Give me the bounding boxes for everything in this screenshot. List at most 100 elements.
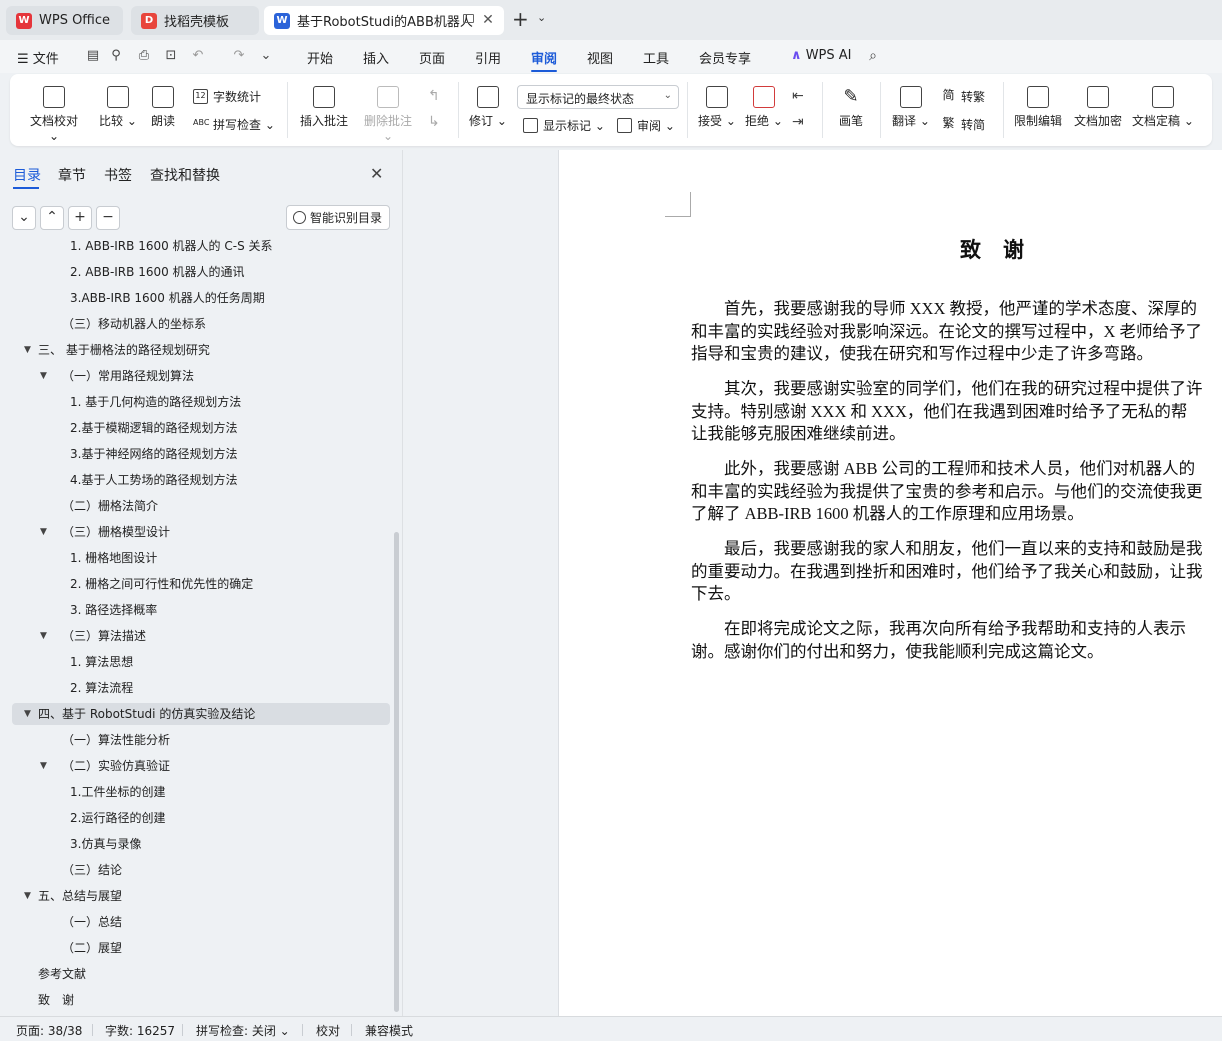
undo-icon[interactable]: ↶	[190, 48, 206, 64]
tab-docer-templates[interactable]: D 找稻壳模板	[131, 6, 259, 35]
menu-view[interactable]: 视图	[587, 48, 613, 67]
toc-item[interactable]: ▼ 五、总结与展望	[12, 885, 390, 907]
expand-arrow-icon[interactable]: ▼	[24, 885, 31, 907]
chevron-down-icon[interactable]: ⌄	[537, 11, 546, 24]
expand-arrow-icon[interactable]: ▼	[40, 365, 47, 387]
accept-button[interactable]: 接受 ⌄	[698, 86, 736, 129]
redo-icon[interactable]: ↷	[231, 48, 247, 64]
toc-item[interactable]: （一）总结	[12, 911, 390, 933]
menu-review[interactable]: 审阅	[531, 48, 557, 67]
spell-check-status[interactable]: 拼写检查: 关闭 ⌄	[196, 1022, 290, 1039]
tab-find-replace[interactable]: 查找和替换	[150, 165, 220, 185]
pen-button[interactable]: ✎ 画笔	[836, 86, 866, 129]
proofread-status[interactable]: 校对	[316, 1022, 340, 1039]
tab-wps-office[interactable]: W WPS Office	[6, 6, 123, 35]
toc-item[interactable]: 1. ABB-IRB 1600 机器人的 C-S 关系	[12, 237, 390, 257]
toc-item[interactable]: 2. 算法流程	[12, 677, 390, 699]
tab-toc[interactable]: 目录	[13, 165, 41, 185]
menu-member[interactable]: 会员专享	[699, 48, 751, 67]
expand-arrow-icon[interactable]: ▼	[40, 521, 47, 543]
toc-item[interactable]: 2. ABB-IRB 1600 机器人的通讯	[12, 261, 390, 283]
to-simplified-button[interactable]: 繁转简	[941, 116, 985, 133]
read-aloud-button[interactable]: 朗读	[150, 86, 176, 129]
finalize-button[interactable]: 文档定稿 ⌄	[1132, 86, 1194, 129]
next-comment-icon[interactable]: ↳	[428, 114, 440, 130]
toc-item[interactable]: 3.仿真与录像	[12, 833, 390, 855]
tab-current-document[interactable]: W 基于RobotStudi的ABB机器人 ✕	[264, 6, 504, 35]
insert-comment-button[interactable]: 插入批注	[298, 86, 350, 129]
next-change-icon[interactable]: ⇥	[792, 114, 804, 130]
reject-button[interactable]: 拒绝 ⌄	[745, 86, 783, 129]
expand-arrow-icon[interactable]: ▼	[24, 703, 31, 725]
save-icon[interactable]: ▤	[85, 48, 101, 64]
toc-item[interactable]: （一）算法性能分析	[12, 729, 390, 751]
menu-page[interactable]: 页面	[419, 48, 445, 67]
remove-heading-button[interactable]: −	[96, 206, 120, 230]
expand-up-button[interactable]: ⌃	[40, 206, 64, 230]
menu-reference[interactable]: 引用	[475, 48, 501, 67]
print-preview-icon[interactable]: ⊡	[163, 48, 179, 64]
toc-item[interactable]: （三）移动机器人的坐标系	[12, 313, 390, 335]
add-heading-button[interactable]: +	[68, 206, 92, 230]
toc-item[interactable]: ▼ 四、基于 RobotStudi 的仿真实验及结论	[12, 703, 390, 725]
toc-item[interactable]: 1. 算法思想	[12, 651, 390, 673]
expand-arrow-icon[interactable]: ▼	[24, 339, 31, 361]
compare-button[interactable]: 比较 ⌄	[98, 86, 138, 129]
smart-toc-button[interactable]: 智能识别目录	[286, 205, 390, 230]
tab-chapters[interactable]: 章节	[58, 165, 86, 185]
wps-ai-button[interactable]: ∧ WPS AI	[791, 48, 852, 63]
file-menu[interactable]: ☰ 文件	[17, 48, 59, 67]
new-tab-plus-icon[interactable]: +	[512, 9, 529, 29]
toc-item[interactable]: 1. 栅格地图设计	[12, 547, 390, 569]
collapse-all-button[interactable]: ⌄	[12, 206, 36, 230]
restrict-edit-button[interactable]: 限制编辑	[1013, 86, 1063, 129]
tab-bookmarks[interactable]: 书签	[104, 165, 132, 185]
translate-button[interactable]: 翻译 ⌄	[892, 86, 930, 129]
word-count-indicator[interactable]: 字数: 16257	[105, 1022, 175, 1039]
page-indicator[interactable]: 页面: 38/38	[16, 1022, 82, 1039]
document-page[interactable]: 致谢 首先，我要感谢我的导师 XXX 教授，他严谨的学术态度、深厚的 和丰富的实践…	[558, 150, 1222, 1016]
toc-item[interactable]: ▼ （三）算法描述	[12, 625, 390, 647]
monitor-icon[interactable]	[463, 14, 474, 23]
word-count-button[interactable]: 12 字数统计	[193, 88, 261, 105]
toc-item[interactable]: 1.工件坐标的创建	[12, 781, 390, 803]
toc-item[interactable]: ▼ 三、 基于栅格法的路径规划研究	[12, 339, 390, 361]
chevron-down-icon[interactable]: ⌄	[258, 48, 274, 64]
toc-item[interactable]: 致 谢	[12, 989, 390, 1011]
doc-check-button[interactable]: 文档校对 ⌄	[28, 86, 80, 143]
encrypt-button[interactable]: 文档加密	[1073, 86, 1123, 129]
expand-arrow-icon[interactable]: ▼	[40, 755, 47, 777]
revise-button[interactable]: 修订 ⌄	[469, 86, 507, 129]
toc-item[interactable]: （二）展望	[12, 937, 390, 959]
toc-item[interactable]: 3.ABB-IRB 1600 机器人的任务周期	[12, 287, 390, 309]
print-icon[interactable]: ⎙	[136, 48, 152, 64]
toc-item[interactable]: ▼ （一）常用路径规划算法	[12, 365, 390, 387]
previous-comment-icon[interactable]: ↰	[428, 88, 440, 104]
close-icon[interactable]: ✕	[370, 164, 383, 183]
toc-item[interactable]: 3.基于神经网络的路径规划方法	[12, 443, 390, 465]
toc-item[interactable]: ▼ （二）实验仿真验证	[12, 755, 390, 777]
previous-change-icon[interactable]: ⇤	[792, 88, 804, 104]
share-icon[interactable]: ⚲	[108, 48, 124, 64]
toc-item[interactable]: 4.基于人工势场的路径规划方法	[12, 469, 390, 491]
toc-item[interactable]: ▼ （三）栅格模型设计	[12, 521, 390, 543]
spell-check-button[interactable]: ABC 拼写检查 ⌄	[193, 116, 275, 133]
toc-item[interactable]: （二）栅格法简介	[12, 495, 390, 517]
toc-item[interactable]: 1. 基于几何构造的路径规划方法	[12, 391, 390, 413]
toc-item[interactable]: 参考文献	[12, 963, 390, 985]
menu-tools[interactable]: 工具	[643, 48, 669, 67]
toc-scrollbar[interactable]	[394, 532, 399, 1012]
markup-state-select[interactable]: 显示标记的最终状态 ⌄	[517, 85, 679, 109]
close-icon[interactable]: ✕	[480, 12, 496, 28]
toc-item[interactable]: 2. 栅格之间可行性和优先性的确定	[12, 573, 390, 595]
toc-item[interactable]: （三）结论	[12, 859, 390, 881]
expand-arrow-icon[interactable]: ▼	[40, 625, 47, 647]
search-icon[interactable]: ⌕	[865, 48, 881, 64]
show-markup-button[interactable]: 显示标记 ⌄	[523, 117, 605, 134]
toc-item[interactable]: 3. 路径选择概率	[12, 599, 390, 621]
menu-insert[interactable]: 插入	[363, 48, 389, 67]
delete-comment-button[interactable]: 删除批注 ⌄	[358, 86, 418, 143]
review-pane-button[interactable]: 审阅 ⌄	[617, 117, 675, 134]
toc-item[interactable]: 2.运行路径的创建	[12, 807, 390, 829]
menu-start[interactable]: 开始	[307, 48, 333, 67]
